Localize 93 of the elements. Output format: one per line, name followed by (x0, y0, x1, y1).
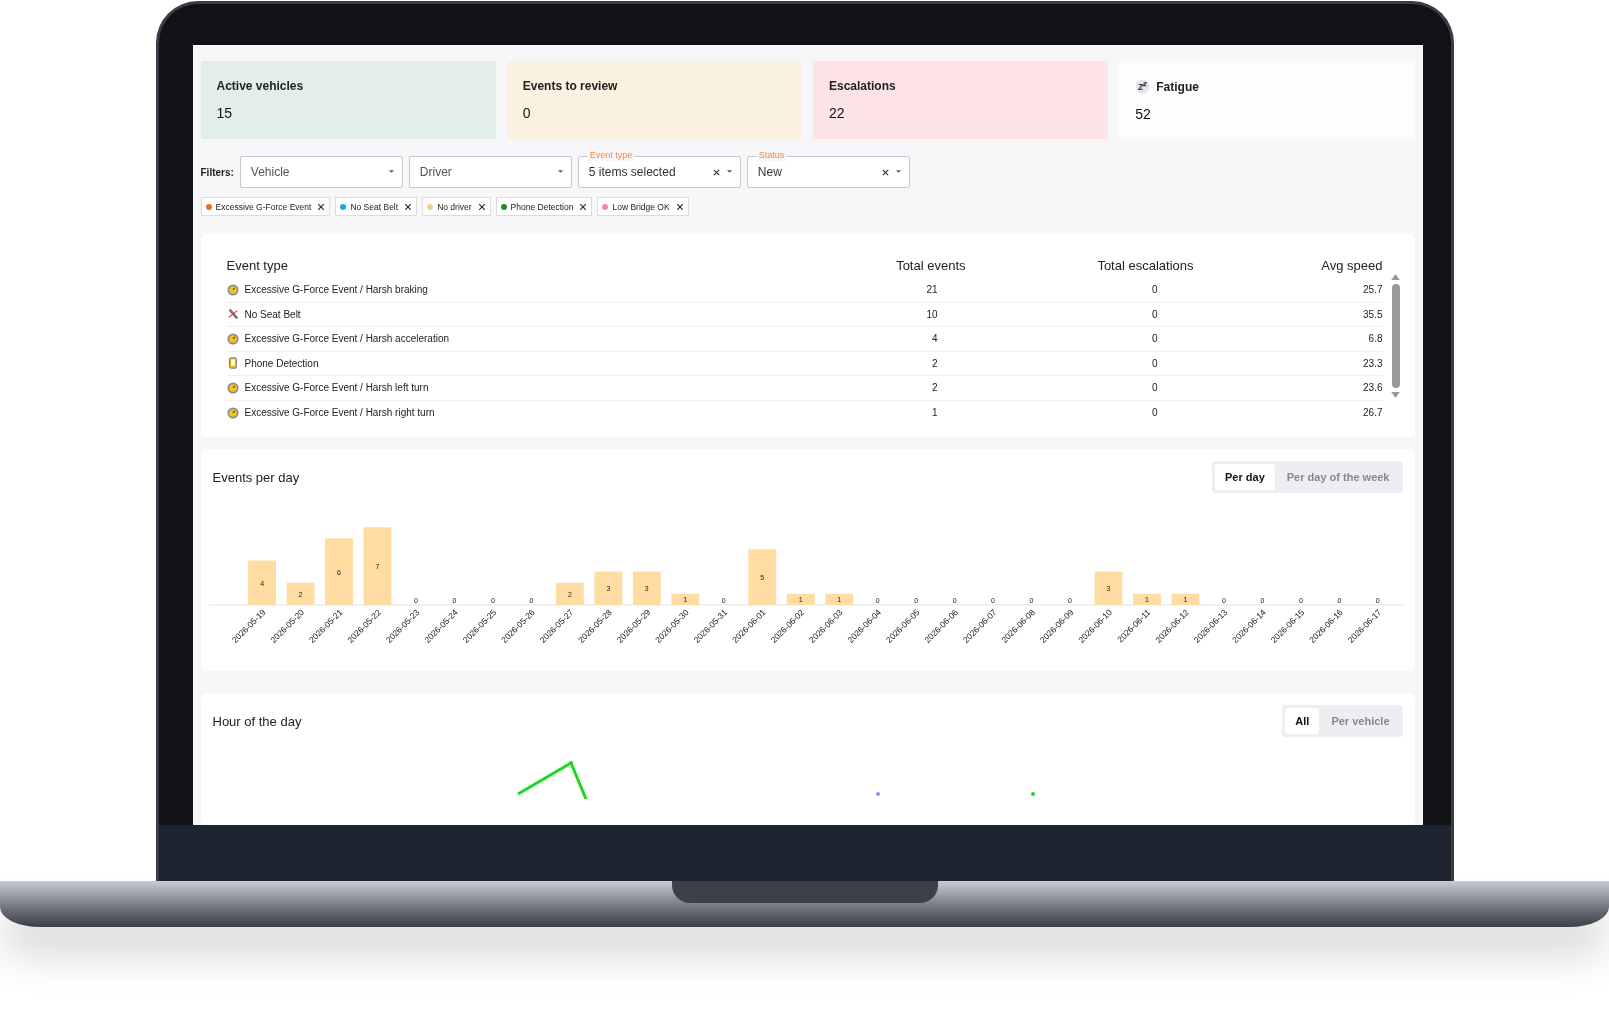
bar (1132, 593, 1161, 605)
table-cell: Excessive G-Force Event / Harsh braking (244, 284, 428, 296)
gauge-icon (226, 332, 239, 345)
seatbelt-icon (226, 308, 239, 321)
field-label: Status (756, 150, 787, 161)
card-value: 0 (522, 105, 532, 121)
column-header: Avg speed (1320, 257, 1383, 273)
close-icon[interactable] (404, 202, 413, 211)
sleep-icon (1135, 79, 1151, 94)
bar (1171, 593, 1199, 605)
table-cell: Excessive G-Force Event / Harsh left turn (244, 382, 429, 394)
table-cell: Excessive G-Force Event / Harsh acceleration (244, 333, 450, 345)
card-title: Events to review (522, 79, 618, 93)
bar (286, 582, 314, 605)
scroll-up-icon[interactable] (1391, 274, 1400, 280)
card-value: 52 (1135, 106, 1152, 122)
table-cell-text: 23.3 (1362, 357, 1383, 369)
card-value: 22 (829, 105, 846, 121)
bar (632, 571, 661, 605)
table-cell: Excessive G-Force Event / Harsh right turn (244, 407, 435, 419)
table-cell-text: 0 (1150, 308, 1158, 320)
table-cell-text: 6.8 (1367, 333, 1383, 345)
scroll-down-icon[interactable] (1391, 392, 1400, 398)
close-icon[interactable] (317, 202, 326, 211)
column-header: Total escalations (1096, 257, 1194, 273)
chart-title: Events per day (212, 469, 300, 485)
bar (824, 593, 853, 605)
table-cell-text: 21 (925, 284, 938, 296)
filter-chip[interactable]: Excessive G-Force Event (200, 197, 331, 216)
caret-icon[interactable] (388, 170, 394, 174)
table-cell-text: 35.5 (1362, 308, 1383, 320)
gauge-icon (226, 283, 239, 296)
card-title: Escalations (829, 79, 896, 93)
bar (555, 582, 584, 605)
select-placeholder: Vehicle (250, 165, 291, 179)
table-cell: Phone Detection (244, 357, 319, 369)
close-icon[interactable] (477, 202, 486, 211)
filter-chip[interactable]: Low Bridge OK (597, 197, 689, 216)
column-header: Event type (226, 257, 289, 273)
filter-chip[interactable]: No driver (422, 197, 491, 216)
bar (670, 593, 699, 605)
caret-icon[interactable] (895, 170, 901, 174)
card-title: Active vehicles (216, 79, 304, 93)
table-cell-text: 23.6 (1362, 382, 1383, 394)
bar (247, 560, 276, 605)
select-field[interactable]: Vehicle (239, 156, 403, 188)
table-cell-text: 0 (1150, 333, 1158, 345)
table-cell-text: 0 (1150, 357, 1158, 369)
chip-label: No driver (437, 201, 472, 212)
card-title: Fatigue (1156, 79, 1199, 94)
table-cell-text: 0 (1150, 382, 1158, 394)
select-placeholder: Driver (419, 165, 453, 179)
gauge-icon (226, 406, 239, 419)
gauge-icon (226, 381, 239, 394)
toggle-button[interactable]: Per day (1215, 464, 1275, 490)
table-cell-text: 2 (930, 382, 938, 394)
bar (786, 593, 815, 605)
table-cell-text: 2 (930, 357, 938, 369)
table-cell-text: 25.7 (1362, 284, 1383, 296)
field-label: Event type (587, 150, 635, 161)
column-header: Total events (895, 257, 966, 273)
chip-label: No Seat Belt (350, 201, 399, 212)
select-value: New (757, 165, 783, 179)
select-field[interactable]: Driver (408, 156, 572, 188)
clear-icon[interactable] (880, 167, 890, 177)
bar (747, 549, 776, 605)
scrollbar-thumb[interactable] (1391, 284, 1400, 388)
close-icon[interactable] (579, 202, 588, 211)
bar (593, 571, 622, 605)
table-cell-text: 10 (925, 308, 938, 320)
chip-label: Low Bridge OK (612, 201, 670, 212)
caret-icon[interactable] (557, 170, 563, 174)
table-cell-text: 26.7 (1362, 407, 1383, 419)
toggle-button[interactable]: All (1285, 708, 1320, 734)
bar (324, 538, 353, 605)
clear-icon[interactable] (711, 167, 721, 177)
table-cell-text: 4 (930, 333, 938, 345)
close-icon[interactable] (675, 202, 684, 211)
chart-title: Hour of the day (212, 713, 302, 729)
table-cell-text: 0 (1150, 284, 1158, 296)
table-cell-text: 0 (1150, 407, 1158, 419)
filters-label: Filters: (200, 166, 234, 178)
select-value: 5 items selected (588, 165, 677, 179)
chip-label: Excessive G-Force Event (215, 201, 312, 212)
filter-chip[interactable]: Phone Detection (495, 197, 593, 216)
chip-label: Phone Detection (510, 201, 574, 212)
bar (1094, 571, 1122, 605)
table-cell-text: 1 (930, 407, 938, 419)
caret-icon[interactable] (726, 170, 732, 174)
card-value: 15 (216, 105, 234, 121)
filter-chip[interactable]: No Seat Belt (335, 197, 418, 216)
table-cell: No Seat Belt (244, 308, 301, 320)
phone-icon (226, 357, 239, 370)
